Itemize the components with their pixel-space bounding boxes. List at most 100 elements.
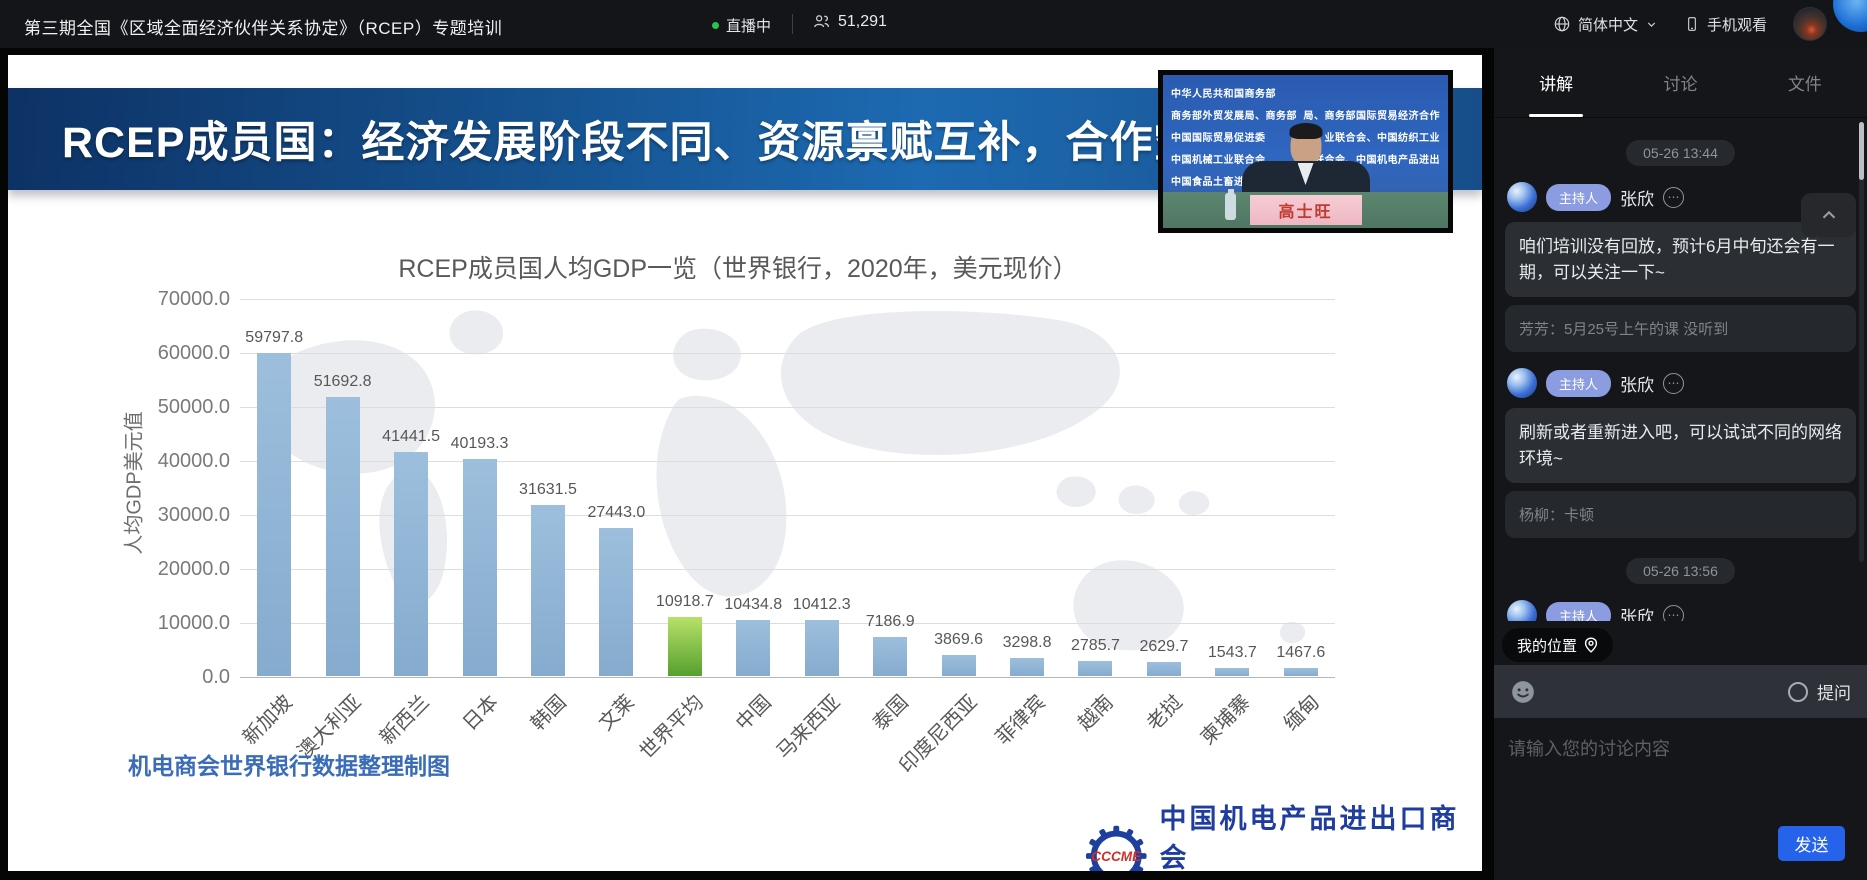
bar-印度尼西亚 [942,655,976,676]
language-selector[interactable]: 简体中文 [1553,14,1658,35]
viewer-count-value: 51,291 [838,13,887,31]
cccme-name-cn: 中国机电产品进出口商会 [1160,797,1482,871]
send-button[interactable]: 发送 [1778,826,1845,861]
chat-toolbar: 提问 [1494,665,1867,718]
bar-新加坡 [257,353,291,676]
more-options-icon[interactable]: ⋯ [1663,187,1684,208]
bar-value-label: 7186.9 [848,613,932,631]
chat-quoted-message: 芳芳：5月25号上午的课 没听到 [1505,305,1856,352]
y-axis-tick-label: 10000.0 [135,612,230,635]
bar-韩国 [531,505,565,676]
y-axis-tick-label: 30000.0 [135,504,230,527]
y-axis-tick-label: 0.0 [135,666,230,689]
ask-question-label: 提问 [1817,679,1851,704]
bar-菲律宾 [1010,658,1044,676]
more-options-icon[interactable]: ⋯ [1663,605,1684,622]
chat-avatar [1507,368,1537,398]
my-location-button[interactable]: 我的位置 [1502,628,1613,662]
bar-中国 [736,620,770,676]
y-axis-tick-label: 60000.0 [135,342,230,365]
y-axis-tick-label: 50000.0 [135,396,230,419]
bar-value-label: 27443.0 [574,504,658,522]
chat-message-bubble: 刷新或者重新进入吧，可以试试不同的网络环境~ [1505,408,1856,483]
presentation-stage: RCEP成员国：经济发展阶段不同、资源禀赋互补，合作空间 RCEP成员国人均GD… [0,48,1494,880]
gridline [240,299,1335,300]
phone-icon [1684,15,1700,33]
slide-banner-title: RCEP成员国：经济发展阶段不同、资源禀赋互补，合作空间 [8,108,1241,170]
tab-explain[interactable]: 讲解 [1494,48,1618,117]
collapse-button[interactable] [1801,193,1856,237]
cccme-abbr: CCCME [1091,848,1142,863]
gridline [240,407,1335,408]
chat-avatar [1507,600,1537,621]
speaker-video-overlay[interactable]: 中华人民共和国商务部 商务部外贸发展局、商务部局、商务部国际贸易经济合作 中国国… [1158,70,1453,233]
y-axis-title: 人均GDP美元值 [118,411,147,554]
y-axis-tick-label: 70000.0 [135,288,230,311]
mobile-view-label: 手机观看 [1707,14,1767,35]
my-location-label: 我的位置 [1517,635,1577,656]
bar-value-label: 59797.8 [232,329,316,347]
chat-username: 张欣 [1620,371,1654,396]
plot-area: 0.010000.020000.030000.040000.050000.060… [240,299,1335,677]
chart-title: RCEP成员国人均GDP一览（世界银行，2020年，美元现价） [208,249,1268,285]
bar-文莱 [599,528,633,676]
topbar-right: 简体中文 手机观看 [1553,0,1827,48]
bar-value-label: 40193.3 [438,435,522,453]
host-badge: 主持人 [1546,370,1611,397]
chat-avatar [1507,182,1537,212]
chat-timestamp: 05-26 13:56 [1626,558,1735,584]
y-axis-tick-label: 20000.0 [135,558,230,581]
viewer-count: 51,291 [812,12,887,31]
bar-缅甸 [1284,668,1318,676]
bar-value-label: 10412.3 [780,596,864,614]
chevron-down-icon [1645,18,1658,31]
bar-世界平均 [668,617,702,676]
bar-泰国 [873,637,907,676]
scrollbar-track[interactable] [1859,122,1864,562]
gridline [240,677,1335,678]
bar-value-label: 1467.6 [1259,644,1343,662]
live-dot-icon [712,22,719,29]
chat-message-header-partial: 主持人 张欣 ⋯ [1507,600,1854,621]
language-label: 简体中文 [1578,14,1638,35]
location-pin-icon [1584,637,1598,653]
tab-discussion[interactable]: 讨论 [1618,48,1742,117]
live-label: 直播中 [726,15,771,36]
corner-widget[interactable] [1833,0,1867,32]
bar-越南 [1078,661,1112,676]
more-options-icon[interactable]: ⋯ [1663,373,1684,394]
top-bar: 第三期全国《区域全面经济伙伴关系协定》（RCEP）专题培训 直播中 51,291… [0,0,1867,48]
bar-老挝 [1147,662,1181,676]
webinar-app: 第三期全国《区域全面经济伙伴关系协定》（RCEP）专题培训 直播中 51,291… [0,0,1867,880]
speaker-head [1290,127,1321,165]
ask-question-toggle[interactable]: 提问 [1788,679,1851,704]
user-avatar[interactable] [1793,7,1827,41]
bar-新西兰 [394,452,428,676]
bar-马来西亚 [805,620,839,676]
gear-logo-icon: CCCME [1085,824,1148,871]
live-status: 直播中 [712,15,771,36]
scrollbar-thumb[interactable] [1859,122,1864,180]
bar-value-label: 31631.5 [506,481,590,499]
bar-柬埔寨 [1215,668,1249,676]
emoji-icon[interactable] [1510,679,1536,705]
cccme-logo: CCCME 中国机电产品进出口商会 China Chamber of Comme… [1085,797,1482,871]
gridline [240,353,1335,354]
bar-澳大利亚 [326,397,360,676]
divider [792,14,793,34]
viewers-icon [812,12,831,31]
sidebar-tabs: 讲解 讨论 文件 [1494,48,1867,118]
page-title: 第三期全国《区域全面经济伙伴关系协定》（RCEP）专题培训 [24,14,502,39]
chevron-up-icon [1818,204,1840,226]
y-axis-tick-label: 40000.0 [135,450,230,473]
mobile-view-button[interactable]: 手机观看 [1684,14,1767,35]
host-badge: 主持人 [1546,184,1611,211]
globe-icon [1553,15,1571,33]
tab-files[interactable]: 文件 [1743,48,1867,117]
chat-timestamp: 05-26 13:44 [1626,140,1735,166]
chat-sidebar: 讲解 讨论 文件 05-26 13:44 主持人 张欣 ⋯ 咱们培训没有回放，预… [1494,48,1867,880]
chat-quoted-message: 杨柳：卡顿 [1505,491,1856,538]
water-bottle [1225,193,1236,220]
bar-日本 [463,459,497,676]
chat-message-header: 主持人 张欣 ⋯ [1507,368,1854,398]
